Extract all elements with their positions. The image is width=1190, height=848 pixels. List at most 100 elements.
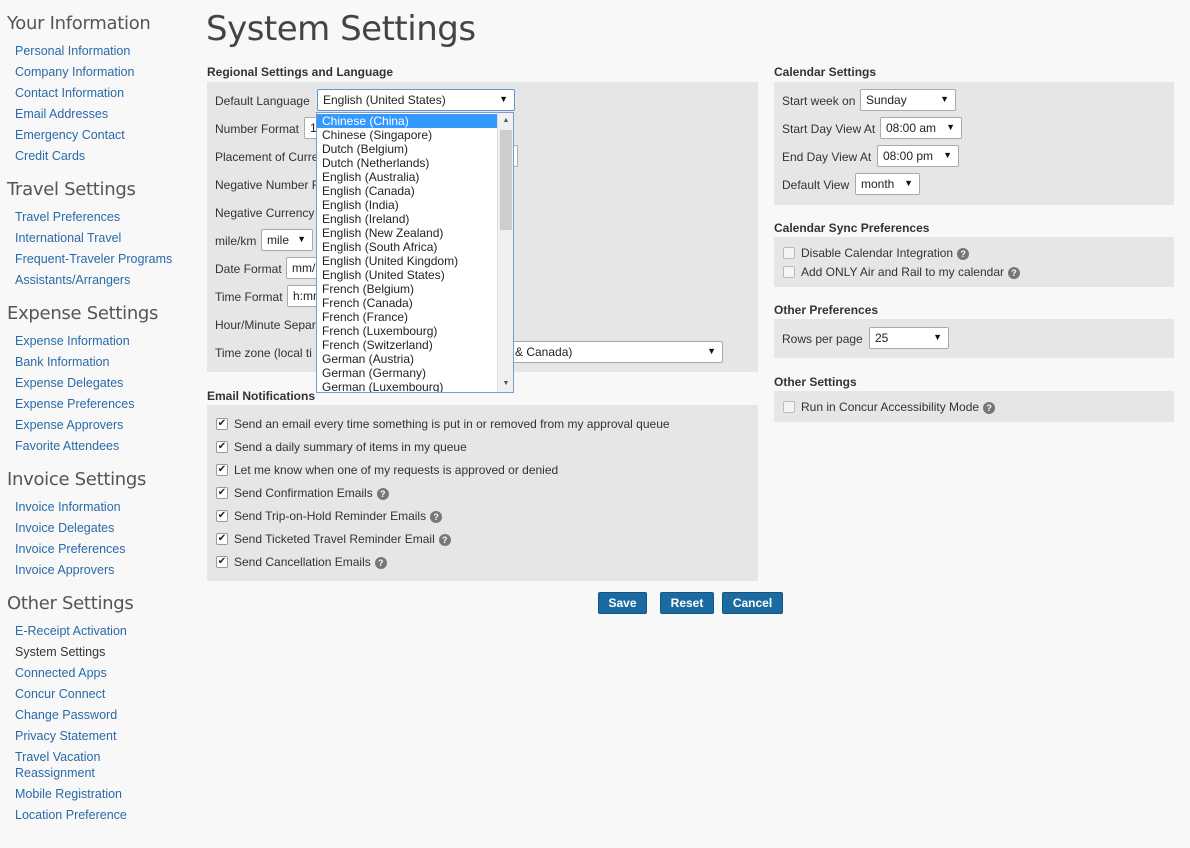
- language-option[interactable]: English (South Africa): [317, 240, 497, 254]
- sidebar-item-personal-information[interactable]: Personal Information: [15, 43, 130, 59]
- sidebar-item-assistants-arrangers[interactable]: Assistants/Arrangers: [15, 272, 130, 288]
- save-button[interactable]: Save: [598, 592, 647, 614]
- language-option[interactable]: French (Canada): [317, 296, 497, 310]
- language-list-scrollbar[interactable]: ▲ ▼: [497, 113, 513, 392]
- language-option[interactable]: Dutch (Netherlands): [317, 156, 497, 170]
- checkbox-checked[interactable]: ✔: [216, 556, 228, 568]
- start-week-label: Start week on: [782, 94, 856, 108]
- sidebar-item-invoice-delegates[interactable]: Invoice Delegates: [15, 520, 114, 536]
- scroll-down-icon[interactable]: ▼: [498, 376, 513, 392]
- language-option[interactable]: German (Germany): [317, 366, 497, 380]
- help-icon[interactable]: ?: [983, 401, 996, 414]
- checkbox-checked[interactable]: ✔: [216, 418, 228, 430]
- help-icon[interactable]: ?: [957, 247, 970, 260]
- checkbox-checked[interactable]: ✔: [216, 487, 228, 499]
- date-format-select[interactable]: mm/: [286, 257, 320, 279]
- start-week-select[interactable]: Sunday ▼: [860, 89, 956, 111]
- sidebar-item-email-addresses[interactable]: Email Addresses: [15, 106, 108, 122]
- sidebar-item-company-information[interactable]: Company Information: [15, 64, 135, 80]
- sidebar-item-emergency-contact[interactable]: Emergency Contact: [15, 127, 125, 143]
- default-language-select[interactable]: English (United States) ▼: [317, 89, 515, 111]
- sidebar-item-expense-information[interactable]: Expense Information: [15, 333, 130, 349]
- language-option[interactable]: German (Luxembourg): [317, 380, 497, 392]
- email-option-text: Send Cancellation Emails: [234, 555, 371, 569]
- sidebar-item-system-settings[interactable]: System Settings: [15, 644, 105, 660]
- language-option[interactable]: English (Ireland): [317, 212, 497, 226]
- language-option[interactable]: English (India): [317, 198, 497, 212]
- checkbox-unchecked[interactable]: [783, 266, 795, 278]
- start-day-view-select[interactable]: 08:00 am ▼: [880, 117, 962, 139]
- email-option-label: Send an email every time something is pu…: [234, 417, 670, 431]
- scrollbar-thumb[interactable]: [500, 130, 512, 230]
- checkbox-checked[interactable]: ✔: [216, 533, 228, 545]
- time-zone-select[interactable]: & Canada) ▼: [505, 341, 723, 363]
- sidebar-item-mobile-registration[interactable]: Mobile Registration: [15, 786, 122, 802]
- sidebar-item-travel-vacation[interactable]: Travel Vacation: [15, 749, 100, 765]
- chevron-down-icon: ▼: [946, 122, 955, 132]
- sidebar-item-invoice-approvers[interactable]: Invoice Approvers: [15, 562, 114, 578]
- email-option-label: Send Ticketed Travel Reminder Email?: [234, 532, 451, 547]
- language-option[interactable]: French (Luxembourg): [317, 324, 497, 338]
- default-view-select[interactable]: month ▼: [855, 173, 920, 195]
- sidebar-item-concur-connect[interactable]: Concur Connect: [15, 686, 105, 702]
- sidebar-item-credit-cards[interactable]: Credit Cards: [15, 148, 85, 164]
- negative-currency-label: Negative Currency: [215, 206, 315, 220]
- sidebar-item-invoice-information[interactable]: Invoice Information: [15, 499, 121, 515]
- sidebar-item-invoice-preferences[interactable]: Invoice Preferences: [15, 541, 125, 557]
- sidebar-item-privacy-statement[interactable]: Privacy Statement: [15, 728, 116, 744]
- help-icon[interactable]: ?: [1008, 266, 1020, 279]
- language-option[interactable]: English (United States): [317, 268, 497, 282]
- language-option[interactable]: English (Canada): [317, 184, 497, 198]
- sidebar-item-bank-information[interactable]: Bank Information: [15, 354, 110, 370]
- default-language-options-list[interactable]: Chinese (China) Chinese (Singapore) Dutc…: [316, 112, 514, 393]
- sidebar-item-e-receipt-activation[interactable]: E-Receipt Activation: [15, 623, 127, 639]
- sidebar-item-favorite-attendees[interactable]: Favorite Attendees: [15, 438, 119, 454]
- accessibility-mode-text: Run in Concur Accessibility Mode: [801, 400, 980, 414]
- language-option[interactable]: English (United Kingdom): [317, 254, 497, 268]
- checkbox-checked[interactable]: ✔: [216, 441, 228, 453]
- checkbox-unchecked[interactable]: [783, 401, 795, 413]
- chevron-down-icon: ▼: [933, 332, 942, 342]
- sidebar-item-expense-delegates[interactable]: Expense Delegates: [15, 375, 123, 391]
- sidebar-item-contact-information[interactable]: Contact Information: [15, 85, 124, 101]
- help-icon[interactable]: ?: [374, 556, 387, 569]
- sidebar-item-expense-approvers[interactable]: Expense Approvers: [15, 417, 123, 433]
- language-option[interactable]: French (Switzerland): [317, 338, 497, 352]
- sidebar-item-change-password[interactable]: Change Password: [15, 707, 117, 723]
- checkbox-unchecked[interactable]: [783, 247, 795, 259]
- sidebar-item-reassignment[interactable]: Reassignment: [15, 765, 95, 781]
- rows-per-page-select[interactable]: 25 ▼: [869, 327, 949, 349]
- language-option[interactable]: German (Austria): [317, 352, 497, 366]
- chevron-down-icon: ▼: [707, 346, 716, 356]
- sidebar-item-location-preference[interactable]: Location Preference: [15, 807, 127, 823]
- help-icon[interactable]: ?: [438, 533, 451, 546]
- email-option-text: Send Confirmation Emails: [234, 486, 373, 500]
- language-option-chinese-china[interactable]: Chinese (China): [317, 114, 497, 128]
- language-option[interactable]: French (France): [317, 310, 497, 324]
- help-icon[interactable]: ?: [376, 487, 389, 500]
- time-zone-label: Time zone (local ti: [215, 346, 312, 360]
- sidebar-item-expense-preferences[interactable]: Expense Preferences: [15, 396, 135, 412]
- start-day-view-label: Start Day View At: [782, 122, 876, 136]
- language-option[interactable]: Dutch (Belgium): [317, 142, 497, 156]
- sidebar-item-travel-preferences[interactable]: Travel Preferences: [15, 209, 120, 225]
- language-option[interactable]: French (Belgium): [317, 282, 497, 296]
- checkbox-checked[interactable]: ✔: [216, 510, 228, 522]
- sidebar-item-connected-apps[interactable]: Connected Apps: [15, 665, 107, 681]
- scroll-up-icon[interactable]: ▲: [498, 113, 513, 129]
- default-view-label: Default View: [782, 178, 850, 192]
- language-option[interactable]: English (Australia): [317, 170, 497, 184]
- help-icon[interactable]: ?: [430, 510, 443, 523]
- date-format-value: mm/: [292, 261, 316, 275]
- sidebar-item-frequent-traveler-programs[interactable]: Frequent-Traveler Programs: [15, 251, 172, 267]
- cancel-button[interactable]: Cancel: [722, 592, 783, 614]
- checkbox-label: Disable Calendar Integration?: [801, 246, 970, 261]
- sidebar-item-international-travel[interactable]: International Travel: [15, 230, 121, 246]
- sidebar-heading-invoice-settings: Invoice Settings: [7, 469, 147, 490]
- checkbox-checked[interactable]: ✔: [216, 464, 228, 476]
- language-option[interactable]: Chinese (Singapore): [317, 128, 497, 142]
- mile-km-select[interactable]: mile ▼: [261, 229, 313, 251]
- language-option[interactable]: English (New Zealand): [317, 226, 497, 240]
- reset-button[interactable]: Reset: [660, 592, 714, 614]
- end-day-view-select[interactable]: 08:00 pm ▼: [877, 145, 959, 167]
